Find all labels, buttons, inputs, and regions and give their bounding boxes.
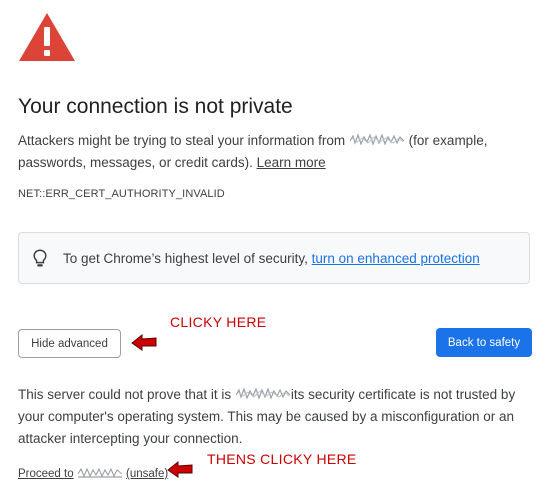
proceed-text-prefix: Proceed to xyxy=(18,468,74,480)
details-paragraph: This server could not prove that it is i… xyxy=(18,384,533,450)
warning-triangle-icon xyxy=(19,13,75,61)
proceed-unsafe-link[interactable]: Proceed to (unsafe) xyxy=(18,467,168,480)
enhanced-protection-link[interactable]: turn on enhanced protection xyxy=(312,251,480,266)
red-arrow-icon xyxy=(167,460,193,478)
learn-more-link[interactable]: Learn more xyxy=(257,155,326,170)
error-code: NET::ERR_CERT_AUTHORITY_INVALID xyxy=(18,188,225,200)
annotation-clicky-here: CLICKY HERE xyxy=(170,314,267,330)
annotation-thens-clicky-here: THENS CLICKY HERE xyxy=(207,451,357,467)
intro-paragraph: Attackers might be trying to steal your … xyxy=(18,130,528,174)
lightbulb-icon xyxy=(33,249,47,267)
back-to-safety-button[interactable]: Back to safety xyxy=(436,328,532,357)
page-title: Your connection is not private xyxy=(18,95,293,118)
protection-message: To get Chrome’s highest level of securit… xyxy=(63,251,480,266)
enhanced-protection-box: To get Chrome’s highest level of securit… xyxy=(18,232,530,284)
intro-text-prefix: Attackers might be trying to steal your … xyxy=(18,133,346,148)
interstitial-page: Your connection is not private Attackers… xyxy=(0,0,548,500)
details-text-prefix: This server could not prove that it is xyxy=(18,387,232,402)
redacted-domain xyxy=(235,387,291,400)
proceed-text-suffix: (unsafe) xyxy=(126,468,169,480)
hide-advanced-button[interactable]: Hide advanced xyxy=(18,329,121,358)
protection-text: To get Chrome’s highest level of securit… xyxy=(63,251,308,266)
red-arrow-icon xyxy=(131,333,157,351)
redacted-domain xyxy=(77,467,123,478)
redacted-domain xyxy=(349,133,405,146)
